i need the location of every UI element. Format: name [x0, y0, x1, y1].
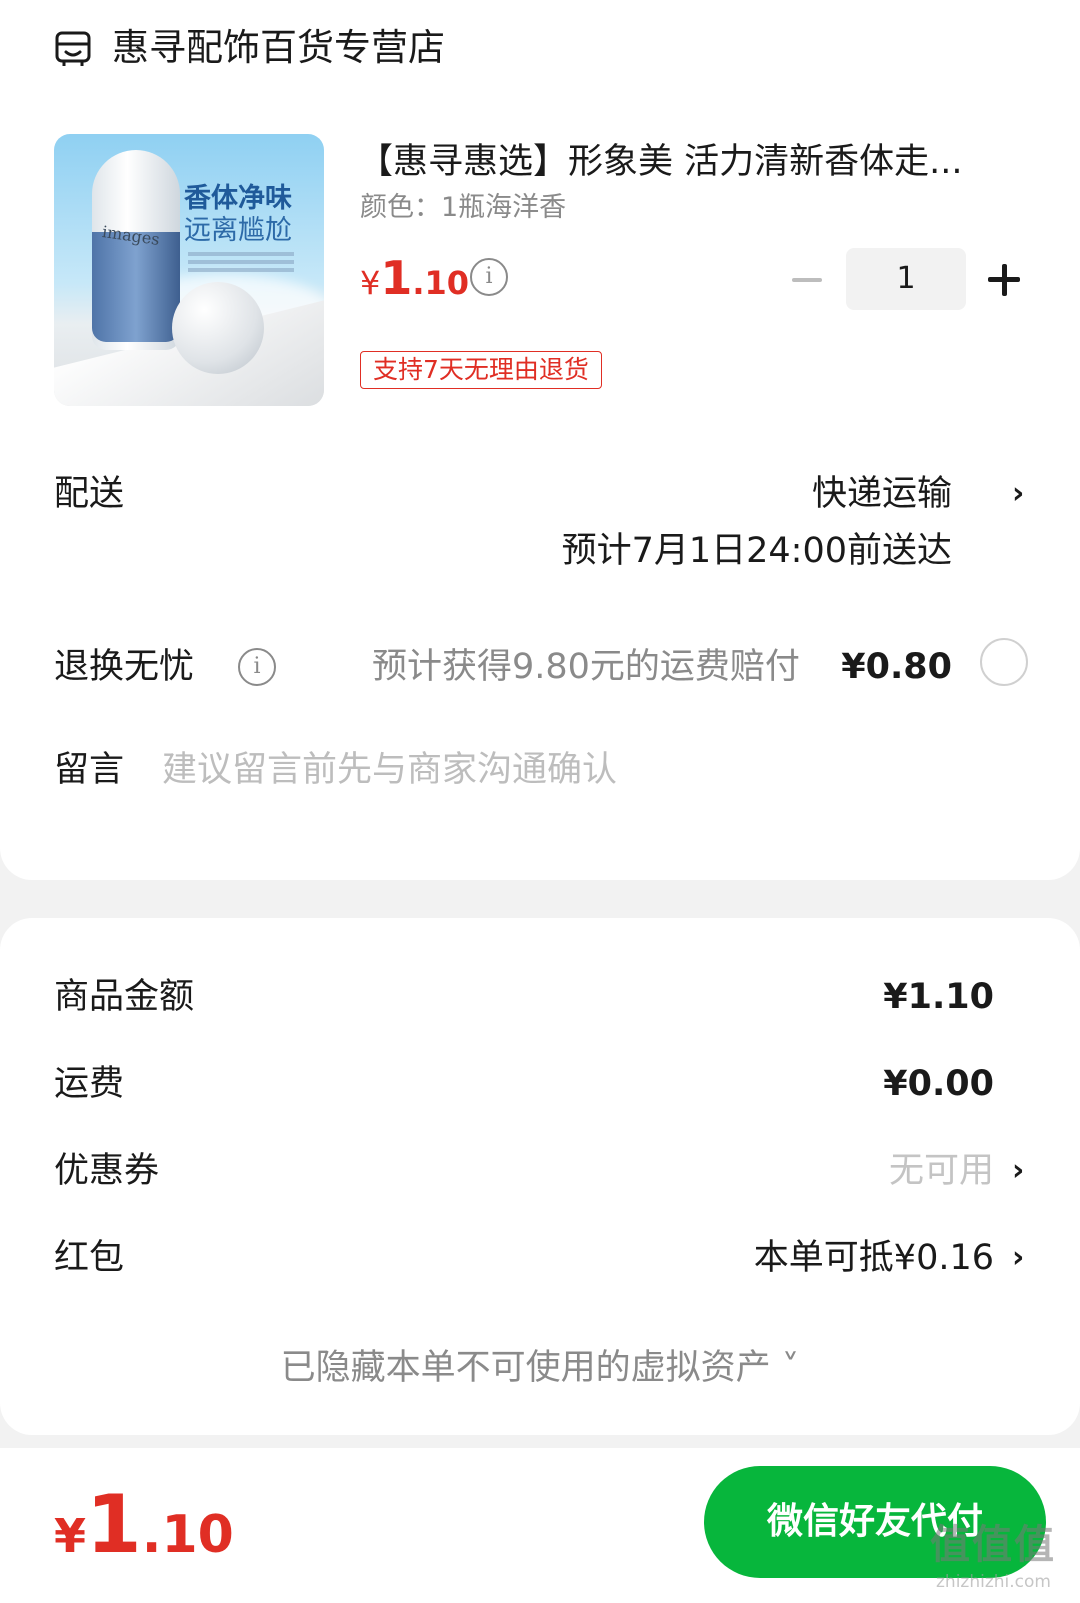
return-info-icon[interactable]: i	[238, 648, 276, 686]
price-decimal: .10	[412, 264, 470, 302]
shipping-label: 配送	[54, 474, 125, 514]
image-fine-print	[188, 252, 294, 256]
hidden-assets-toggle[interactable]: 已隐藏本单不可使用的虚拟资产 ˅	[0, 1343, 1080, 1393]
coupon-label: 优惠券	[54, 1151, 160, 1191]
product-image[interactable]: images 香体净味 远离尴尬	[54, 134, 324, 406]
goods-amount-value: ¥1.10	[883, 977, 994, 1017]
message-input[interactable]	[162, 745, 1022, 795]
return-insurance-label: 退换无忧	[54, 647, 195, 687]
chevron-right-icon[interactable]: ›	[1012, 1233, 1024, 1283]
coupon-value[interactable]: 无可用	[889, 1146, 994, 1196]
chevron-right-icon[interactable]: ›	[1012, 1146, 1024, 1196]
quantity-input[interactable]: 1	[846, 248, 966, 310]
image-roll-ball	[172, 282, 264, 374]
product-title[interactable]: 【惠寻惠选】形象美 活力清新香体走...	[358, 136, 1024, 188]
total-decimal: .10	[141, 1505, 234, 1565]
store-icon	[55, 31, 91, 66]
image-bottle-band	[92, 232, 180, 342]
goods-amount-label: 商品金额	[54, 977, 195, 1017]
red-packet-label: 红包	[54, 1238, 125, 1278]
price-info-icon[interactable]: i	[470, 258, 508, 296]
watermark-url: zhizhizhi.com	[936, 1572, 1051, 1592]
shipping-eta: 预计7月1日24:00前送达	[561, 531, 952, 571]
price-currency: ¥	[360, 264, 381, 302]
watermark-logo: 值值值	[930, 1522, 1056, 1568]
quantity-decrease-button[interactable]	[786, 260, 826, 300]
freight-label: 运费	[54, 1064, 125, 1104]
return-insurance-radio[interactable]	[980, 638, 1028, 686]
image-subheadline: 远离尴尬	[184, 215, 292, 246]
shipping-method[interactable]: 快递运输	[812, 469, 952, 519]
chevron-right-icon[interactable]: ›	[1012, 469, 1024, 519]
message-label: 留言	[54, 750, 125, 790]
red-packet-value[interactable]: 本单可抵¥0.16	[754, 1233, 994, 1283]
store-name[interactable]: 惠寻配饰百货专营店	[112, 22, 445, 74]
return-policy-badge: 支持7天无理由退货	[360, 351, 602, 389]
price-integer: 1	[380, 251, 413, 305]
freight-value: ¥0.00	[883, 1064, 994, 1104]
return-insurance-desc: 预计获得9.80元的运费赔付	[372, 647, 800, 687]
order-item-card: 惠寻配饰百货专营店 images 香体净味 远离尴尬 【惠寻惠选】形象美 活力清…	[0, 0, 1080, 880]
return-insurance-price: ¥0.80	[841, 647, 952, 687]
product-price: ¥1.10	[360, 250, 469, 317]
total-price: ¥1.10	[54, 1480, 234, 1592]
total-integer: 1	[86, 1478, 142, 1571]
quantity-increase-button[interactable]	[985, 260, 1025, 300]
product-spec[interactable]: 颜色：1瓶海洋香	[360, 188, 566, 228]
total-currency: ¥	[54, 1509, 87, 1563]
